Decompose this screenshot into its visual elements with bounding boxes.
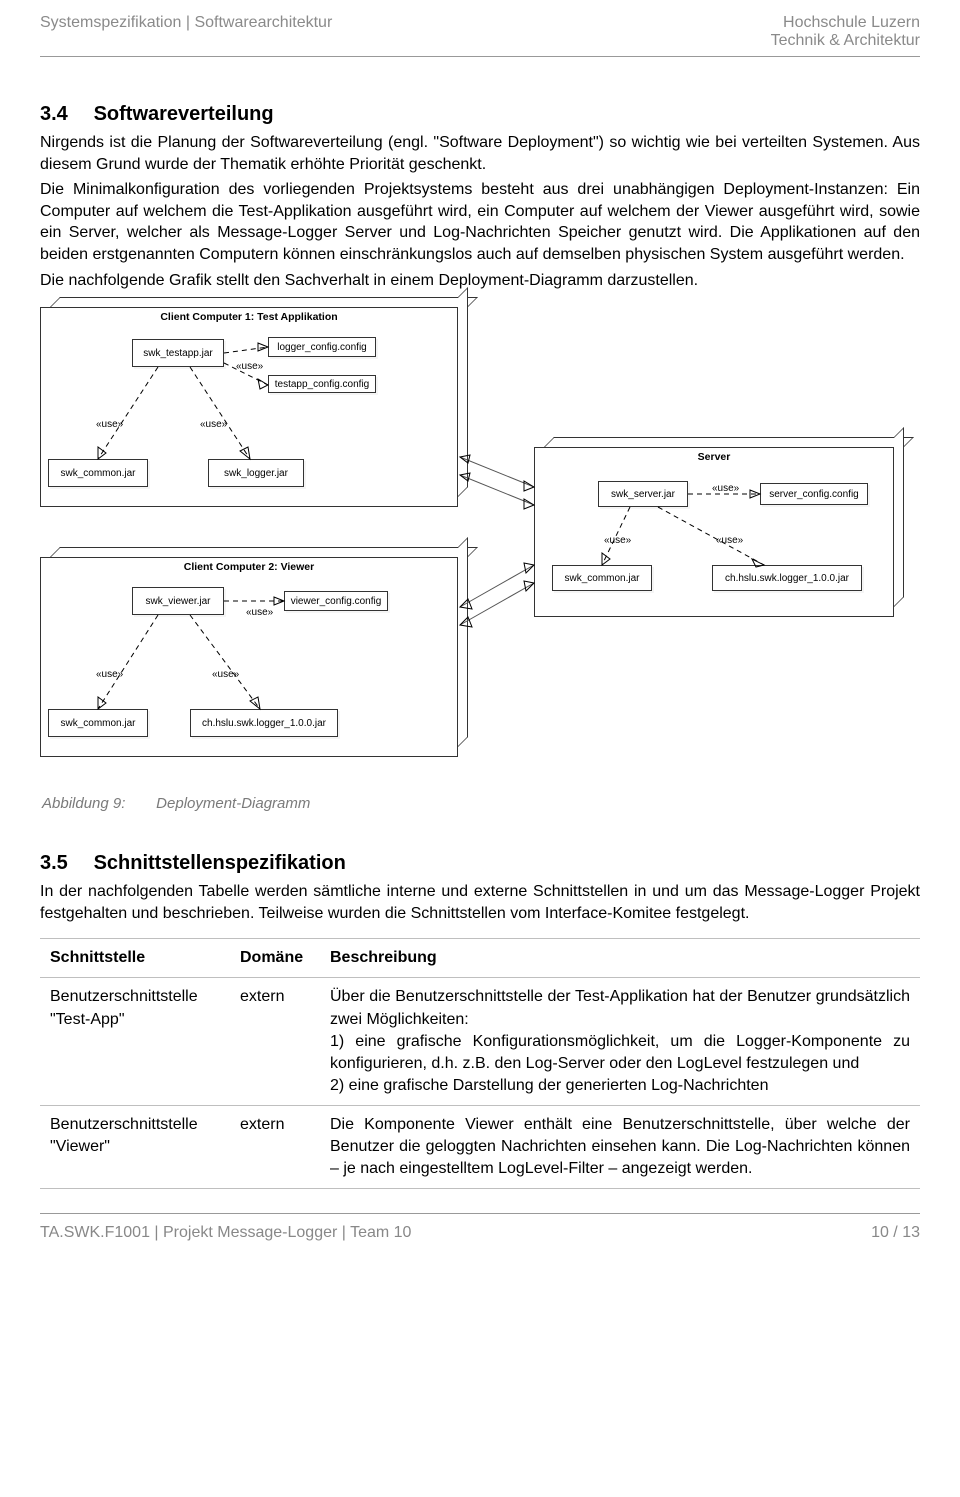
node-server-title: Server bbox=[534, 451, 894, 463]
artifact-swk-testapp: swk_testapp.jar bbox=[132, 339, 224, 367]
page-footer: TA.SWK.F1001 | Projekt Message-Logger | … bbox=[40, 1213, 920, 1262]
section-35-p1: In der nachfolgenden Tabelle werden sämt… bbox=[40, 881, 920, 924]
table-row: Benutzerschnittstelle "Viewer" extern Di… bbox=[40, 1105, 920, 1188]
artifact-swk-common-1: swk_common.jar bbox=[48, 459, 148, 487]
cell-iface: Benutzerschnittstelle "Viewer" bbox=[40, 1105, 230, 1188]
figure-caption-text: Deployment-Diagramm bbox=[156, 795, 310, 812]
use-label: «use» bbox=[716, 535, 743, 546]
cell-domain: extern bbox=[230, 978, 320, 1105]
section-35-number: 3.5 bbox=[40, 852, 88, 875]
artifact-swk-common-3: swk_common.jar bbox=[552, 565, 652, 591]
use-label: «use» bbox=[236, 361, 263, 372]
use-label: «use» bbox=[246, 607, 273, 618]
table-header-row: Schnittstelle Domäne Beschreibung bbox=[40, 939, 920, 978]
header-left: Systemspezifikation | Softwarearchitektu… bbox=[40, 14, 332, 32]
artifact-ch-hslu-logger-2: ch.hslu.swk.logger_1.0.0.jar bbox=[712, 565, 862, 591]
table-row: Benutzerschnittstelle "Test-App" extern … bbox=[40, 978, 920, 1105]
artifact-swk-server: swk_server.jar bbox=[598, 481, 688, 507]
header-right: Hochschule Luzern Technik & Architektur bbox=[771, 14, 920, 50]
th-domaene: Domäne bbox=[230, 939, 320, 978]
section-34-p2: Die Minimalkonfiguration des vorliegende… bbox=[40, 179, 920, 265]
artifact-swk-logger: swk_logger.jar bbox=[208, 459, 304, 487]
use-label: «use» bbox=[604, 535, 631, 546]
node-client2: Client Computer 2: Viewer swk_viewer.jar… bbox=[40, 557, 458, 757]
footer-right: 10 / 13 bbox=[871, 1224, 920, 1242]
artifact-server-config: server_config.config bbox=[760, 483, 868, 505]
section-35-heading: 3.5 Schnittstellenspezifikation bbox=[40, 852, 920, 875]
cell-domain: extern bbox=[230, 1105, 320, 1188]
section-34-number: 3.4 bbox=[40, 103, 88, 126]
use-label: «use» bbox=[212, 669, 239, 680]
use-label: «use» bbox=[96, 669, 123, 680]
cell-desc: Über die Benutzerschnittstelle der Test-… bbox=[320, 978, 920, 1105]
section-34-title: Softwareverteilung bbox=[94, 103, 274, 125]
deployment-diagram: Client Computer 1: Test Applikation swk_… bbox=[40, 307, 920, 787]
use-label: «use» bbox=[96, 419, 123, 430]
artifact-testapp-config: testapp_config.config bbox=[268, 375, 376, 393]
use-label: «use» bbox=[712, 483, 739, 494]
interfaces-table: Schnittstelle Domäne Beschreibung Benutz… bbox=[40, 938, 920, 1189]
node-server: Server swk_server.jar server_config.conf… bbox=[534, 447, 894, 617]
footer-left: TA.SWK.F1001 | Projekt Message-Logger | … bbox=[40, 1224, 411, 1242]
artifact-swk-viewer: swk_viewer.jar bbox=[132, 587, 224, 615]
section-34-p3: Die nachfolgende Grafik stellt den Sachv… bbox=[40, 270, 920, 292]
header-right-line1: Hochschule Luzern bbox=[771, 14, 920, 32]
artifact-ch-hslu-logger-1: ch.hslu.swk.logger_1.0.0.jar bbox=[190, 709, 338, 737]
cell-desc: Die Komponente Viewer enthält eine Benut… bbox=[320, 1105, 920, 1188]
figure-caption-lead: Abbildung 9: bbox=[42, 795, 152, 812]
artifact-viewer-config: viewer_config.config bbox=[284, 591, 388, 611]
use-label: «use» bbox=[200, 419, 227, 430]
th-schnittstelle: Schnittstelle bbox=[40, 939, 230, 978]
artifact-logger-config: logger_config.config bbox=[268, 337, 376, 357]
section-35-title: Schnittstellenspezifikation bbox=[94, 852, 346, 874]
figure-caption: Abbildung 9: Deployment-Diagramm bbox=[42, 795, 920, 812]
header-right-line2: Technik & Architektur bbox=[771, 32, 920, 50]
node-client1: Client Computer 1: Test Applikation swk_… bbox=[40, 307, 458, 507]
section-34-heading: 3.4 Softwareverteilung bbox=[40, 103, 920, 126]
section-34-p1: Nirgends ist die Planung der Softwarever… bbox=[40, 132, 920, 175]
page-header: Systemspezifikation | Softwarearchitektu… bbox=[40, 0, 920, 57]
node-client2-title: Client Computer 2: Viewer bbox=[40, 561, 458, 573]
th-beschreibung: Beschreibung bbox=[320, 939, 920, 978]
node-client1-title: Client Computer 1: Test Applikation bbox=[40, 311, 458, 323]
artifact-swk-common-2: swk_common.jar bbox=[48, 709, 148, 737]
cell-iface: Benutzerschnittstelle "Test-App" bbox=[40, 978, 230, 1105]
